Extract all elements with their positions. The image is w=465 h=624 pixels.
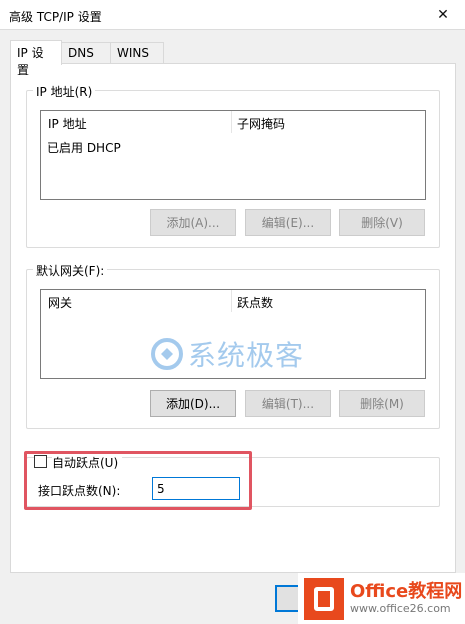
tab-ip-settings[interactable]: IP 设置 [10, 40, 62, 77]
edit-ip-button[interactable]: 编辑(E)... [245, 209, 331, 236]
column-separator[interactable] [231, 111, 232, 133]
gateway-list-header: 网关 跃点数 [41, 290, 425, 312]
watermark: 系统极客 [150, 334, 304, 374]
office-logo-sub: www.office26.com [350, 601, 451, 615]
column-subnet-mask[interactable]: 子网掩码 [237, 115, 285, 132]
gateway-legend: 默认网关(F): [33, 262, 108, 279]
delete-gateway-button[interactable]: 删除(M) [339, 390, 425, 417]
highlight-box [24, 451, 252, 510]
office-logo-text: Office教程网 www.office26.com [350, 580, 463, 616]
column-metric[interactable]: 跃点数 [237, 294, 273, 311]
column-separator[interactable] [231, 290, 232, 312]
ip-list-header: IP 地址 子网掩码 [41, 111, 425, 133]
delete-ip-button[interactable]: 删除(V) [339, 209, 425, 236]
title-bar: 高级 TCP/IP 设置 ✕ [0, 0, 465, 30]
close-button[interactable]: ✕ [421, 0, 465, 30]
ip-address-legend: IP 地址(R) [33, 83, 96, 100]
tab-dns[interactable]: DNS [61, 42, 111, 64]
office-logo-watermark: Office教程网 www.office26.com [298, 573, 465, 624]
tab-label: DNS [68, 46, 94, 60]
watermark-text: 系统极客 [188, 339, 305, 372]
close-icon: ✕ [437, 7, 449, 23]
tab-label: WINS [117, 46, 149, 60]
column-ip-address[interactable]: IP 地址 [48, 115, 87, 132]
office-logo-icon [304, 577, 344, 620]
tab-wins[interactable]: WINS [110, 42, 164, 64]
ip-address-list[interactable]: IP 地址 子网掩码 已启用 DHCP [40, 110, 426, 200]
watermark-logo-icon [151, 338, 183, 370]
add-gateway-button[interactable]: 添加(D)... [150, 390, 236, 417]
column-gateway[interactable]: 网关 [48, 294, 72, 311]
window-title: 高级 TCP/IP 设置 [9, 10, 102, 24]
list-item[interactable]: 已启用 DHCP [47, 139, 121, 156]
office-logo-main: Office教程网 [350, 580, 463, 602]
add-ip-button[interactable]: 添加(A)... [150, 209, 236, 236]
edit-gateway-button[interactable]: 编辑(T)... [245, 390, 331, 417]
